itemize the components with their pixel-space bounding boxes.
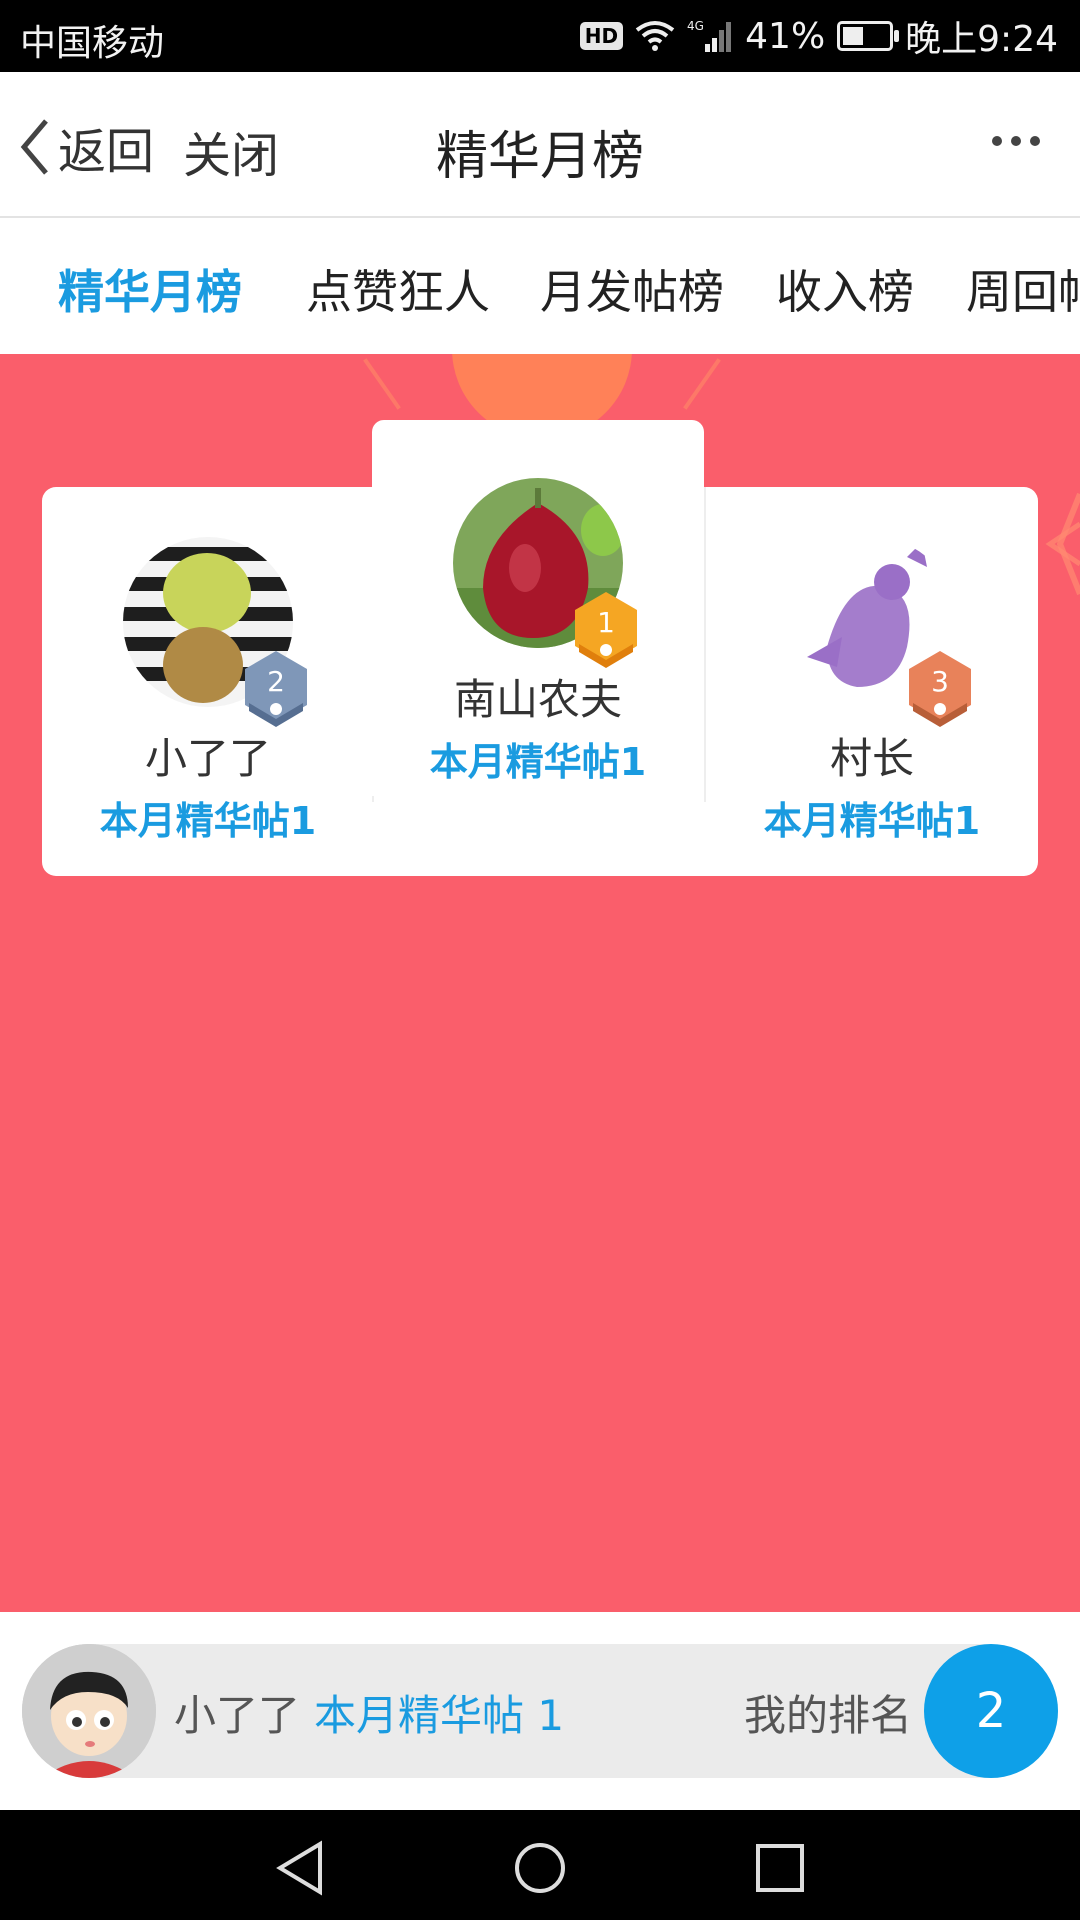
my-stat: 本月精华帖 1 — [314, 1691, 565, 1740]
user-name[interactable]: 小了了 — [78, 725, 338, 786]
user-stat: 本月精华帖1 — [763, 799, 981, 843]
system-nav-bar — [0, 1810, 1080, 1920]
gold-medal-icon: 1 — [575, 592, 637, 668]
tab-like-maniac[interactable]: 点赞狂人 — [306, 256, 490, 322]
my-name: 小了了 — [174, 1691, 301, 1740]
svg-text:4G: 4G — [687, 19, 704, 33]
user-stat: 本月精华帖1 — [99, 799, 317, 843]
nav-back-icon[interactable] — [272, 1840, 328, 1896]
wifi-icon — [635, 21, 675, 51]
rank-card-first[interactable]: 1 南山农夫 本月精华帖1 — [372, 420, 704, 796]
battery-percent: 41% — [745, 15, 826, 57]
divider — [704, 487, 706, 802]
bronze-medal-icon: 3 — [909, 651, 971, 727]
more-dot-icon — [1030, 136, 1040, 146]
user-name[interactable]: 村长 — [742, 725, 1002, 786]
ranking-tabs: 精华月榜 点赞狂人 月发帖榜 收入榜 周回帖 — [0, 218, 1080, 354]
rank-card-second[interactable]: 2 小了了 本月精华帖1 — [78, 537, 338, 845]
silver-medal-icon: 2 — [245, 651, 307, 727]
sun-ray-decoration — [363, 358, 401, 410]
svg-text:2: 2 — [267, 665, 285, 698]
my-rank-badge: 2 — [924, 1644, 1058, 1778]
rank-card-third[interactable]: 3 村长 本月精华帖1 — [742, 537, 1002, 845]
status-icons: HD 4G 41% 晚上9:24 — [579, 10, 1058, 62]
leaf-decoration — [1045, 492, 1080, 596]
ranking-content: 2 小了了 本月精华帖1 3 村长 本月精华帖1 1 南山农夫 本月精华帖1 — [0, 354, 1080, 1612]
my-avatar[interactable] — [22, 1644, 156, 1778]
status-bar: 中国移动 HD 4G 41% 晚上9:24 — [0, 0, 1080, 72]
battery-icon — [837, 21, 900, 51]
tab-essence-monthly[interactable]: 精华月榜 — [58, 256, 242, 322]
nav-recents-icon[interactable] — [752, 1840, 808, 1896]
user-stat: 本月精华帖1 — [429, 740, 647, 784]
my-rank-row[interactable]: 小了了 本月精华帖 1 我的排名 2 — [22, 1644, 1058, 1778]
clock-label: 晚上9:24 — [905, 19, 1058, 60]
page-title: 精华月榜 — [435, 127, 644, 187]
nav-home-icon[interactable] — [512, 1840, 568, 1896]
tab-monthly-posts[interactable]: 月发帖榜 — [540, 256, 724, 322]
my-rank-bar: 小了了 本月精华帖 1 我的排名 2 — [0, 1612, 1080, 1810]
signal-icon: 4G — [687, 19, 732, 52]
tab-weekly-replies[interactable]: 周回帖 — [966, 256, 1080, 322]
carrier-label: 中国移动 — [20, 23, 165, 64]
my-rank-label: 我的排名 — [744, 1691, 913, 1740]
svg-text:1: 1 — [597, 606, 615, 639]
user-name[interactable]: 南山农夫 — [408, 666, 668, 727]
more-dot-icon — [992, 136, 1002, 146]
app-header: 返回 关闭 精华月榜 — [0, 72, 1080, 218]
tab-income[interactable]: 收入榜 — [776, 256, 914, 322]
sun-ray-decoration — [683, 358, 721, 410]
more-options-button[interactable] — [992, 136, 1040, 146]
hd-icon: HD — [579, 22, 624, 50]
svg-text:3: 3 — [931, 665, 949, 698]
more-dot-icon — [1011, 136, 1021, 146]
